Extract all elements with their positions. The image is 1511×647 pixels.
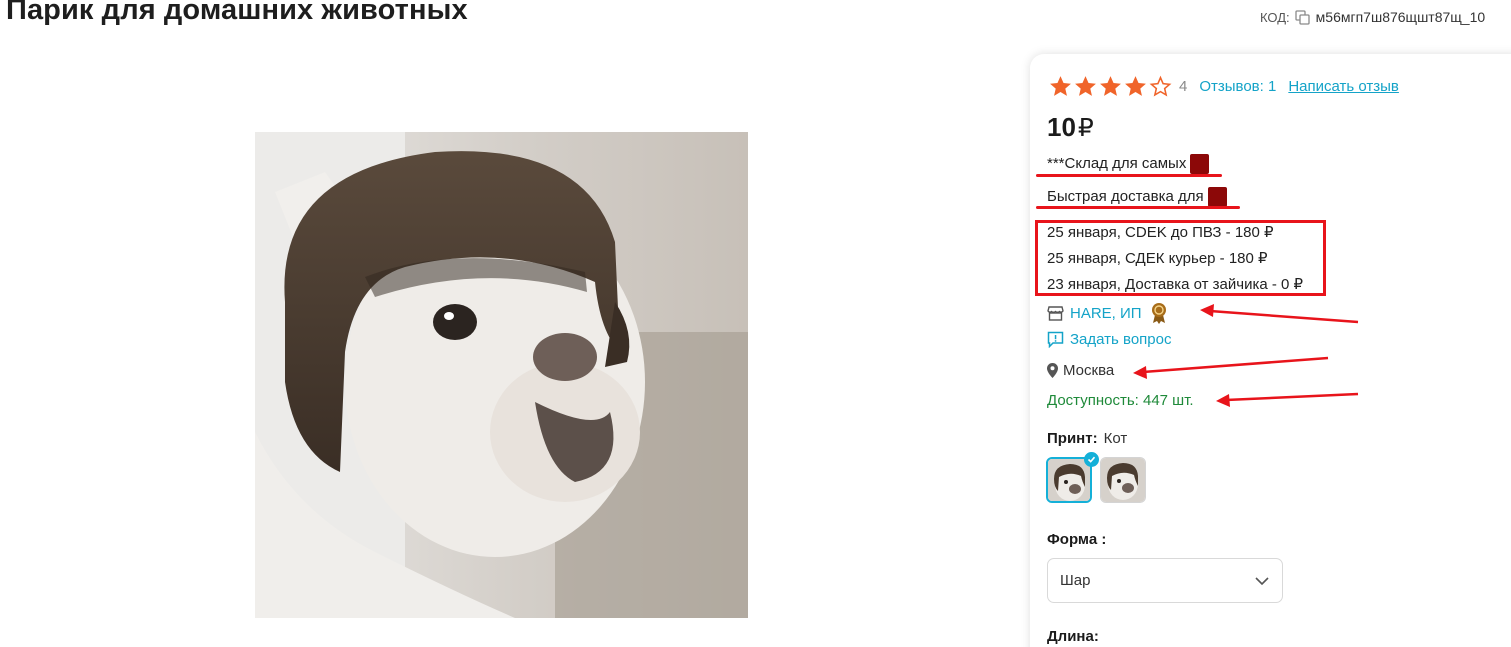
redaction-mark [1207,187,1227,207]
product-info-card: 4 Отзывов: 1 Написать отзыв 10₽ ***Склад… [1030,54,1511,647]
map-pin-icon [1047,363,1058,378]
seller-name[interactable]: HARE, ИП [1070,305,1142,322]
star-filled-icon [1125,75,1146,96]
print-label: Принт: [1047,430,1098,447]
warehouse-text: ***Склад для самых [1047,154,1187,172]
award-badge-icon [1151,303,1166,324]
form-select[interactable]: Шар [1047,558,1283,603]
warehouse-line: ***Склад для самых [1047,154,1210,174]
availability: Доступность: 447 шт. [1047,392,1194,409]
seller-link[interactable]: HARE, ИП [1047,302,1170,324]
rating-value: 4 [1179,77,1188,95]
chevron-down-icon [1255,576,1269,585]
length-label: Длина: [1047,628,1099,645]
redaction-mark [1190,154,1210,174]
price-amount: 10 [1047,112,1076,142]
annotation-box [1035,220,1326,296]
annotation-underline [1036,206,1240,209]
shop-icon [1047,305,1064,321]
star-filled-icon [1100,75,1121,96]
price: 10₽ [1047,112,1094,143]
reviews-count-link[interactable]: Отзывов: 1 [1199,78,1276,95]
price-currency: ₽ [1077,114,1094,142]
city-name: Москва [1063,362,1115,379]
page-title: Парик для домашних животных [6,0,468,26]
annotation-underline [1036,174,1222,177]
product-image[interactable] [255,132,748,618]
form-select-value: Шар [1060,572,1091,589]
product-code: КОД: м56мгп7ш876щшт87щ_10 [1260,9,1485,25]
product-code-label: КОД: [1260,9,1290,25]
copy-icon[interactable] [1295,9,1310,25]
print-variant-thumb[interactable] [1100,457,1146,503]
rating-stars [1048,74,1173,99]
ask-question-label[interactable]: Задать вопрос [1070,331,1171,348]
ask-question-link[interactable]: Задать вопрос [1047,331,1171,348]
print-option: Принт: Кот [1047,430,1127,447]
star-filled-icon [1075,75,1096,96]
form-label: Форма : [1047,531,1107,548]
star-empty-icon [1149,75,1172,97]
print-value: Кот [1103,430,1128,447]
fast-delivery-text: Быстрая доставка для [1047,187,1204,205]
star-filled-icon [1050,75,1071,96]
fast-delivery-line: Быстрая доставка для [1047,187,1227,207]
write-review-link[interactable]: Написать отзыв [1288,78,1399,95]
product-code-value: м56мгп7ш876щшт87щ_10 [1315,9,1486,25]
check-icon [1084,452,1099,467]
chat-icon [1047,331,1064,348]
seller-city: Москва [1047,362,1114,379]
rating-row: 4 Отзывов: 1 Написать отзыв [1048,72,1399,100]
